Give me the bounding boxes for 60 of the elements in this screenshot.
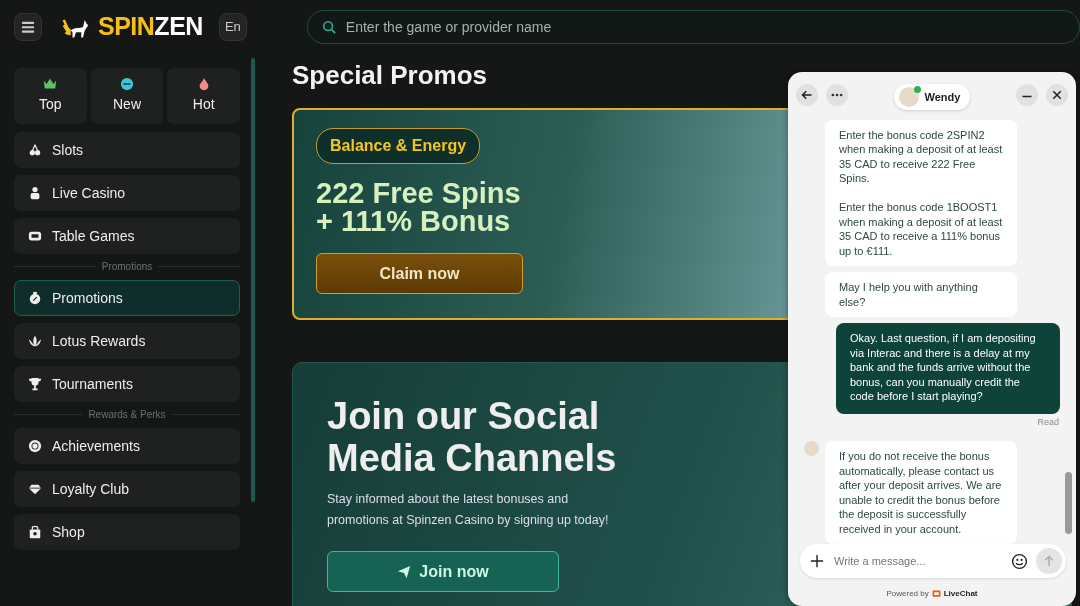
sidebar-item[interactable]: Shop (14, 514, 240, 550)
join-button[interactable]: Join now (327, 551, 559, 592)
emoji-button[interactable] (1011, 552, 1028, 570)
chip-icon (28, 439, 42, 453)
lotus-icon (28, 334, 42, 348)
menu-icon (21, 20, 35, 34)
hot-games-button[interactable]: Hot (167, 68, 240, 124)
more-options-button[interactable] (826, 84, 848, 106)
agent-message: May I help you with anything else? (825, 272, 1017, 317)
agent-name: Wendy (924, 89, 961, 105)
diamond-icon (28, 482, 42, 496)
agent-message: If you do not receive the bonus automatically, please contact us after your deposit arrives. We are unable to credit the bonus before the deposit is successfully received in your account. (825, 441, 1017, 544)
attach-button[interactable] (810, 554, 824, 568)
new-games-button[interactable]: New (90, 68, 164, 124)
sidebar-item[interactable]: Live Casino (14, 175, 240, 211)
section-heading: Promotions (14, 259, 240, 274)
back-arrow-icon (801, 89, 813, 101)
new-badge-icon (120, 77, 134, 91)
sidebar-item[interactable]: Slots (14, 132, 240, 168)
close-icon (1051, 89, 1063, 101)
chat-logo-icon (931, 589, 941, 599)
search-bar[interactable]: Enter the game or provider name (306, 10, 1080, 44)
close-button[interactable] (1046, 84, 1068, 106)
promo-description: Stay informed about the latest bonuses and promotions at Spinzen Casino by signing up today! (327, 491, 610, 529)
table-icon (28, 229, 42, 243)
promo-headline: Join our Social Media Channels (327, 395, 618, 479)
claim-button[interactable]: Claim now (316, 253, 523, 294)
back-button[interactable] (796, 84, 818, 106)
smiley-icon (1011, 552, 1028, 570)
dealer-icon (28, 186, 42, 200)
sidebar-item[interactable]: Promotions (14, 280, 240, 316)
section-heading: Rewards & Perks (14, 407, 240, 422)
message-field[interactable]: Write a message... (832, 551, 1003, 571)
brand-name: LiveChat (943, 588, 978, 600)
page-title: Special Promos (292, 59, 489, 92)
promo-tag: Balance & Energy (316, 128, 481, 164)
user-message: Okay. Last question, if I am depositing via Interac and there is a delay at my bank and the funds arrive without the bonus, can you manually credit the code before I start playing? (836, 323, 1060, 414)
logo-text[interactable]: SPINZEN (98, 8, 203, 46)
read-receipt: Read (1036, 415, 1059, 429)
menu-button[interactable] (14, 13, 42, 41)
sidebar-item[interactable]: Achievements (14, 428, 240, 464)
sidebar-item[interactable]: Lotus Rewards (14, 323, 240, 359)
sidebar-scrollbar[interactable] (251, 58, 255, 502)
crown-icon (43, 77, 58, 91)
shopping-bag-icon (28, 525, 42, 539)
message-composer[interactable]: Write a message... (800, 544, 1066, 578)
agent-message: Enter the bonus code 2SPIN2 when making a deposit of at least 35 CAD to receive 222 Free Spins. Enter the bonus code 1BOOST1 when making a deposit of at least 35 CAD to receive a 111% bonus up to €111. (825, 119, 1017, 266)
sidebar-item[interactable]: Table Games (14, 218, 240, 254)
plus-icon (810, 554, 824, 568)
sidebar-item[interactable]: Loyalty Club (14, 471, 240, 507)
sidebar-item[interactable]: Tournaments (14, 366, 240, 402)
promo-headline: 222 Free Spins + 111% Bonus (316, 179, 521, 235)
search-icon (321, 20, 336, 34)
up-arrow-icon (1043, 555, 1055, 567)
powered-by-text: Powered by (886, 588, 929, 600)
top-games-button[interactable]: Top (14, 68, 87, 124)
search-field[interactable]: Enter the game or provider name (343, 15, 1079, 39)
language-button[interactable]: En (218, 13, 247, 41)
paper-plane-icon (397, 564, 412, 579)
trophy-icon (28, 377, 42, 391)
